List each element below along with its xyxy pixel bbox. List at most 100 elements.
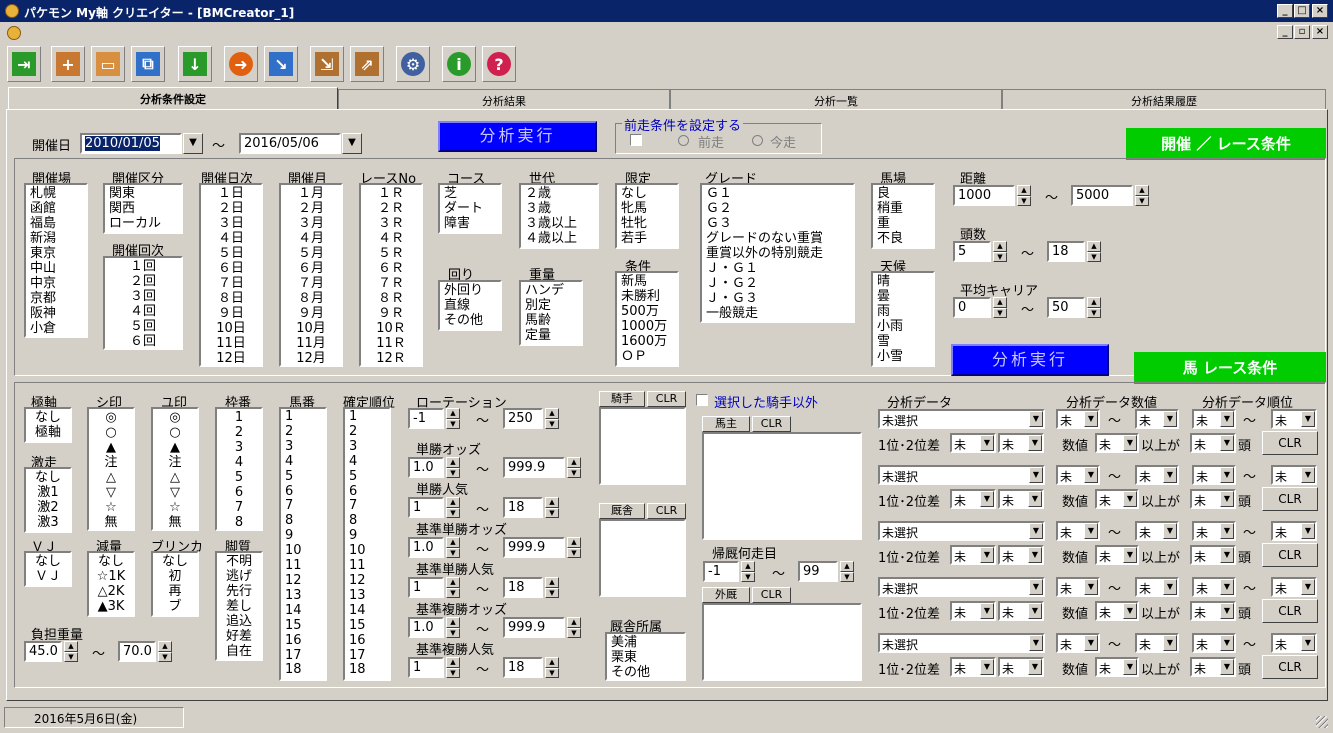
- list-item[interactable]: 9: [349, 528, 385, 544]
- list-item[interactable]: 17: [285, 648, 321, 664]
- child-close-button[interactable]: ×: [1312, 25, 1328, 39]
- list-item[interactable]: ９Ｒ: [365, 306, 417, 321]
- diff-to-select[interactable]: 未 ▼: [998, 545, 1044, 565]
- diff-from-select[interactable]: 未 ▼: [950, 489, 996, 509]
- list-item[interactable]: 12: [349, 573, 385, 589]
- analysis-clr-button[interactable]: CLR: [1262, 543, 1318, 567]
- kisha-to-spinner[interactable]: ▲ ▼: [840, 561, 854, 582]
- list-item[interactable]: 14: [285, 603, 321, 619]
- distance-from-input[interactable]: 1000: [953, 185, 1015, 206]
- list-item[interactable]: 栗東: [611, 650, 680, 665]
- list-item[interactable]: 激3: [30, 515, 66, 530]
- list-item[interactable]: Ｊ・Ｇ１: [706, 261, 849, 276]
- info-button[interactable]: i: [442, 46, 476, 82]
- list-item[interactable]: 美浦: [611, 635, 680, 650]
- list-item[interactable]: その他: [611, 665, 680, 679]
- list-item[interactable]: 12Ｒ: [365, 351, 417, 365]
- head-count-select[interactable]: 未 ▼: [1190, 489, 1236, 509]
- analysis-rank-to-select[interactable]: 未 ▼: [1271, 465, 1317, 485]
- list-item[interactable]: 札幌: [30, 186, 82, 201]
- list-item[interactable]: ３回: [109, 289, 177, 304]
- list-item[interactable]: 無: [157, 515, 193, 529]
- list-item[interactable]: 11: [285, 558, 321, 574]
- list-item[interactable]: ▽: [157, 485, 193, 500]
- list-item[interactable]: ５月: [285, 246, 337, 261]
- list-item[interactable]: 激1: [30, 485, 66, 500]
- analysis-rank-from-select[interactable]: 未 ▼: [1192, 577, 1236, 597]
- tab-analysis-history[interactable]: 分析結果履歴: [1002, 89, 1326, 109]
- analysis-data-select[interactable]: 未選択 ▼: [878, 465, 1045, 485]
- head-count-select[interactable]: 未 ▼: [1190, 433, 1236, 453]
- list-item[interactable]: 16: [349, 633, 385, 649]
- diff-from-select[interactable]: 未 ▼: [950, 545, 996, 565]
- resize-grip[interactable]: [1316, 716, 1328, 728]
- list-item[interactable]: 9: [285, 528, 321, 544]
- rotation-from-input[interactable]: -1: [408, 408, 444, 429]
- forward-button[interactable]: ➜: [224, 46, 258, 82]
- list-item[interactable]: 11日: [205, 336, 257, 351]
- list-item[interactable]: １Ｒ: [365, 186, 417, 201]
- analysis-rank-from-select[interactable]: 未 ▼: [1192, 633, 1236, 653]
- list-item[interactable]: 16: [285, 633, 321, 649]
- kijun-tansho-odds-from-spinner[interactable]: ▲ ▼: [446, 537, 460, 558]
- list-item[interactable]: ４Ｒ: [365, 231, 417, 246]
- raceno-list[interactable]: １Ｒ ２Ｒ ３Ｒ ４Ｒ ５Ｒ ６Ｒ ７Ｒ ８Ｒ ９Ｒ 10Ｒ 11Ｒ 12Ｒ: [359, 183, 423, 367]
- list-item[interactable]: なし: [157, 554, 193, 569]
- list-item[interactable]: ２月: [285, 201, 337, 216]
- analysis-value-from-select[interactable]: 未 ▼: [1056, 465, 1100, 485]
- list-item[interactable]: △: [93, 470, 129, 485]
- list-item[interactable]: ２Ｒ: [365, 201, 417, 216]
- list-item[interactable]: ○: [93, 425, 129, 440]
- track-list[interactable]: 良稍重重不良: [871, 183, 935, 249]
- list-item[interactable]: ４回: [109, 304, 177, 319]
- career-from-input[interactable]: 0: [953, 297, 991, 318]
- kijun-fukusho-odds-to-input[interactable]: 999.9: [503, 617, 565, 638]
- list-item[interactable]: ダート: [444, 201, 496, 216]
- analysis-value-to-select[interactable]: 未 ▼: [1135, 577, 1179, 597]
- kijun-fukusho-odds-from-input[interactable]: 1.0: [408, 617, 444, 638]
- list-item[interactable]: なし: [621, 186, 673, 201]
- list-item[interactable]: ３Ｒ: [365, 216, 417, 231]
- tansho-odds-from-input[interactable]: 1.0: [408, 457, 444, 478]
- maximize-button[interactable]: □: [1294, 4, 1310, 18]
- list-item[interactable]: 追込: [221, 614, 257, 629]
- gekiso-list[interactable]: なし 激1 激2 激3: [24, 467, 72, 533]
- list-item[interactable]: その他: [444, 313, 496, 328]
- new-button[interactable]: +: [51, 46, 85, 82]
- gaikyu-list[interactable]: [702, 603, 862, 681]
- analysis-value-to-select[interactable]: 未 ▼: [1135, 465, 1179, 485]
- distance-from-spinner[interactable]: ▲ ▼: [1017, 185, 1031, 206]
- diff-to-select[interactable]: 未 ▼: [998, 601, 1044, 621]
- heads-from-input[interactable]: 5: [953, 241, 991, 262]
- list-item[interactable]: 10: [285, 543, 321, 559]
- run-analysis-button[interactable]: 分析実行: [951, 344, 1109, 376]
- grade-list[interactable]: Ｇ１ Ｇ２ Ｇ３ グレードのない重賞 重賞以外の特別競走 Ｊ・Ｇ１ Ｊ・Ｇ２ Ｊ・Ｇ３ 一般競走: [700, 183, 855, 323]
- distance-to-spinner[interactable]: ▲ ▼: [1135, 185, 1149, 206]
- kisha-to-input[interactable]: 99: [798, 561, 838, 582]
- list-item[interactable]: １月: [285, 186, 337, 201]
- list-item[interactable]: ▲: [157, 440, 193, 455]
- list-item[interactable]: １日: [205, 186, 257, 201]
- list-item[interactable]: ４月: [285, 231, 337, 246]
- career-to-input[interactable]: 50: [1047, 297, 1085, 318]
- diff-from-select[interactable]: 未 ▼: [950, 657, 996, 677]
- distance-to-input[interactable]: 5000: [1071, 185, 1133, 206]
- tansho-ninki-to-input[interactable]: 18: [503, 497, 543, 518]
- list-item[interactable]: 不明: [221, 554, 257, 569]
- analysis-rank-from-select[interactable]: 未 ▼: [1192, 465, 1236, 485]
- num-select[interactable]: 未 ▼: [1095, 657, 1139, 677]
- list-item[interactable]: 新潟: [30, 231, 82, 246]
- turn-list[interactable]: 外回り 直線 その他: [438, 280, 502, 331]
- list-item[interactable]: 11: [349, 558, 385, 574]
- list-item[interactable]: 1: [285, 409, 321, 425]
- month-list[interactable]: １月 ２月 ３月 ４月 ５月 ６月 ７月 ８月 ９月 10月 11月 12月: [279, 183, 343, 367]
- list-item[interactable]: ８日: [205, 291, 257, 306]
- list-item[interactable]: 6: [285, 484, 321, 500]
- list-item[interactable]: 500万: [621, 304, 673, 319]
- list-item[interactable]: 3: [221, 440, 257, 455]
- num-select[interactable]: 未 ▼: [1095, 489, 1139, 509]
- list-item[interactable]: ３歳以上: [525, 216, 593, 231]
- limit-list[interactable]: なし 牝馬 牡牝 若手: [615, 183, 679, 249]
- weight-list[interactable]: ハンデ 別定 馬齢 定量: [519, 280, 583, 346]
- list-item[interactable]: 12日: [205, 351, 257, 365]
